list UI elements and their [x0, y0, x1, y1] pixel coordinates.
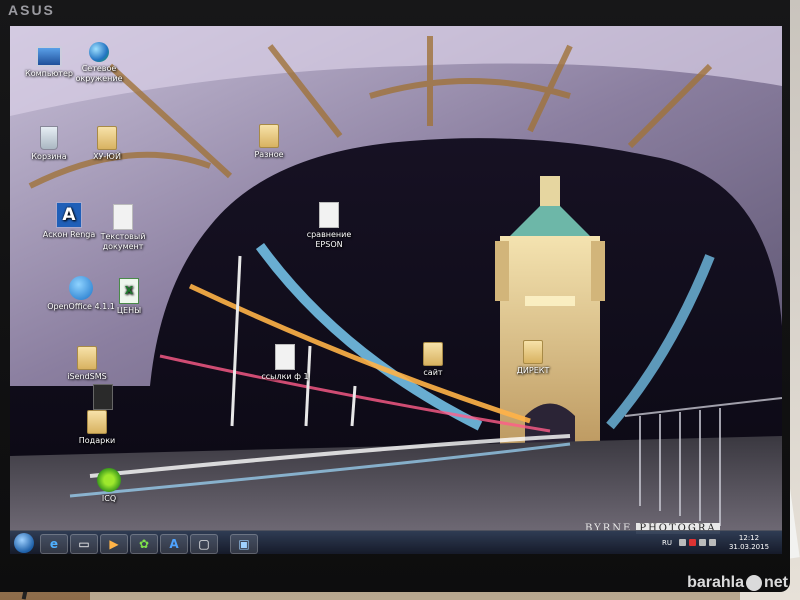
volume-icon[interactable]: [709, 539, 716, 546]
document-icon: [319, 202, 339, 228]
start-button[interactable]: [14, 533, 34, 553]
desktop-icon-sait[interactable]: сайт: [396, 342, 470, 378]
folder-icon: [523, 340, 543, 364]
desktop-icon-raznoe[interactable]: Разное: [232, 124, 306, 160]
document-icon: [275, 344, 295, 370]
desktop-icon-folder-xyu[interactable]: ХУ-ЮЙ: [70, 126, 144, 162]
site-watermark-right: net: [764, 574, 788, 591]
desktop-icon-podarki[interactable]: Подарки: [60, 410, 134, 446]
display-icon[interactable]: ▣: [230, 534, 258, 554]
network-icon[interactable]: [699, 539, 706, 546]
monitor-brand: ASUS: [8, 2, 55, 18]
clock-time: 12:12: [738, 534, 760, 542]
pc-icon: [36, 46, 62, 67]
desktop-screen: Компьютер Сетевое окружение Корзина ХУ-Ю…: [10, 26, 782, 554]
clock[interactable]: 12:12 31.03.2015: [722, 534, 776, 552]
folder-icon: [259, 124, 279, 148]
desktop-icon-spreadsheet[interactable]: X ЦЕНЫ: [92, 278, 166, 316]
globe-icon: [89, 42, 109, 62]
icon-label: Текстовый документ: [100, 232, 146, 251]
desktop-icon-tower-bridge[interactable]: [66, 384, 140, 412]
system-tray: RU 12:12 31.03.2015: [636, 533, 776, 553]
watermark-dot-icon: [746, 574, 762, 591]
site-watermark-left: barahla: [687, 574, 744, 591]
window-icon[interactable]: ▢: [190, 534, 218, 554]
explorer-icon[interactable]: ▭: [70, 534, 98, 554]
desktop-icon-isendsms[interactable]: iSendSMS: [50, 346, 124, 382]
icq-taskbar-icon[interactable]: ✿: [130, 534, 158, 554]
desktop-icon-text-document[interactable]: Текстовый документ: [86, 204, 160, 252]
desktop-icon-icq[interactable]: ICQ: [72, 468, 146, 504]
icon-label: сравнение EPSON: [306, 230, 352, 249]
language-indicator[interactable]: RU: [662, 539, 672, 547]
desktop-icon-direkt[interactable]: ДИРЕКТ: [496, 340, 570, 376]
spreadsheet-icon: X: [119, 278, 139, 304]
folder-icon: [87, 410, 107, 434]
icon-label: ДИРЕКТ: [516, 366, 550, 375]
icon-label: ссылки ф 1: [261, 372, 309, 381]
ascon-taskbar-icon[interactable]: A: [160, 534, 188, 554]
icon-label: сайт: [423, 368, 443, 377]
desktop-icon-epson[interactable]: сравнение EPSON: [292, 202, 366, 250]
folder-icon: [423, 342, 443, 366]
icon-label: iSendSMS: [67, 372, 107, 381]
ie-icon[interactable]: e: [40, 534, 68, 554]
folder-icon: [97, 126, 117, 150]
document-icon: [113, 204, 133, 230]
icon-label: Разное: [254, 150, 284, 159]
site-watermark: barahla net: [687, 574, 788, 592]
icon-label: ЦЕНЫ: [116, 306, 142, 315]
taskbar: e ▭ ▶ ✿ A ▢ ▣ RU 12:12 31.03.2015: [10, 530, 782, 554]
flag-icon[interactable]: [679, 539, 686, 546]
media-player-icon[interactable]: ▶: [100, 534, 128, 554]
icq-icon: [97, 468, 121, 492]
antivirus-icon[interactable]: [689, 539, 696, 546]
desktop-icon-ssylki[interactable]: ссылки ф 1: [248, 344, 322, 382]
tower-bridge-icon: [93, 384, 113, 410]
icon-label: ХУ-ЮЙ: [93, 152, 121, 161]
icon-label: Подарки: [78, 436, 116, 445]
desktop-icon-network[interactable]: Сетевое окружение: [62, 42, 136, 84]
folder-icon: [77, 346, 97, 370]
monitor: ASUS Компьютер Сетевое окружение Корзина…: [0, 0, 790, 592]
icon-label: Корзина: [31, 152, 67, 161]
recycle-bin-icon: [40, 126, 58, 150]
ascon-icon: A: [56, 202, 82, 228]
openoffice-icon: [69, 276, 93, 300]
clock-date: 31.03.2015: [728, 543, 770, 551]
icon-label: Сетевое окружение: [75, 64, 123, 83]
icon-label: ICQ: [101, 494, 117, 503]
